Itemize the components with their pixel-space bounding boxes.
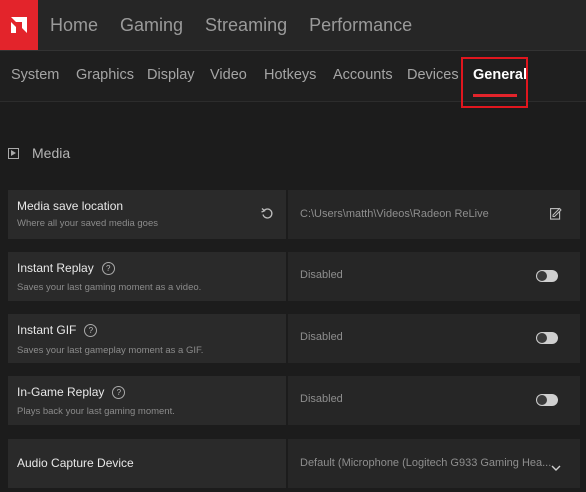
nav-gaming[interactable]: Gaming	[120, 15, 183, 36]
setting-label: Audio Capture Device	[17, 456, 134, 470]
tab-accounts[interactable]: Accounts	[333, 51, 393, 101]
instant-replay-toggle[interactable]	[536, 270, 558, 282]
in-game-replay-control: Disabled	[288, 376, 580, 425]
setting-in-game-replay: In-Game Replay ? Plays back your last ga…	[8, 376, 580, 425]
help-icon[interactable]: ?	[112, 385, 126, 399]
nav-streaming[interactable]: Streaming	[205, 15, 287, 36]
setting-description: Saves your last gameplay moment as a GIF…	[17, 345, 204, 356]
save-location-field[interactable]: C:\Users\matth\Videos\Radeon ReLive	[288, 190, 580, 239]
setting-instant-gif: Instant GIF ? Saves your last gameplay m…	[8, 314, 580, 363]
setting-label-area: Instant Replay ? Saves your last gaming …	[8, 252, 286, 301]
toggle-knob	[537, 333, 547, 343]
play-icon	[8, 147, 19, 159]
edit-icon[interactable]	[550, 207, 562, 225]
setting-label: In-Game Replay	[17, 385, 105, 399]
instant-replay-control: Disabled	[288, 252, 580, 301]
setting-instant-replay: Instant Replay ? Saves your last gaming …	[8, 252, 580, 301]
tab-system[interactable]: System	[11, 51, 59, 101]
tab-video[interactable]: Video	[210, 51, 247, 101]
in-game-replay-toggle[interactable]	[536, 394, 558, 406]
instant-gif-status: Disabled	[300, 331, 343, 343]
section-header: Media	[8, 143, 70, 163]
setting-label: Media save location	[17, 199, 124, 213]
tab-hotkeys[interactable]: Hotkeys	[264, 51, 316, 101]
setting-description: Plays back your last gaming moment.	[17, 406, 175, 417]
reset-icon[interactable]	[261, 207, 274, 225]
nav-performance[interactable]: Performance	[309, 15, 412, 36]
in-game-replay-status: Disabled	[300, 393, 343, 405]
instant-gif-control: Disabled	[288, 314, 580, 363]
highlight-box	[461, 57, 528, 108]
instant-replay-status: Disabled	[300, 269, 343, 281]
setting-description: Where all your saved media goes	[17, 218, 158, 229]
toggle-knob	[537, 271, 547, 281]
tab-graphics[interactable]: Graphics	[76, 51, 134, 101]
setting-label-area: Audio Capture Device	[8, 439, 286, 488]
instant-gif-toggle[interactable]	[536, 332, 558, 344]
audio-capture-selected: Default (Microphone (Logitech G933 Gamin…	[300, 457, 552, 469]
help-icon[interactable]: ?	[84, 323, 98, 337]
toggle-knob	[537, 395, 547, 405]
top-nav: Home Gaming Streaming Performance	[50, 0, 434, 50]
amd-logo[interactable]	[0, 0, 38, 50]
nav-home[interactable]: Home	[50, 15, 98, 36]
chevron-down-icon[interactable]	[551, 459, 561, 477]
tab-display[interactable]: Display	[147, 51, 195, 101]
setting-label-row: In-Game Replay ?	[17, 385, 126, 399]
setting-label: Instant GIF	[17, 323, 77, 337]
audio-capture-dropdown[interactable]: Default (Microphone (Logitech G933 Gamin…	[288, 439, 580, 488]
top-bar: Home Gaming Streaming Performance	[0, 0, 586, 51]
setting-label-area: In-Game Replay ? Plays back your last ga…	[8, 376, 286, 425]
setting-label-row: Instant Replay ?	[17, 261, 115, 275]
setting-description: Saves your last gaming moment as a video…	[17, 282, 202, 293]
save-location-path: C:\Users\matth\Videos\Radeon ReLive	[300, 208, 489, 220]
setting-audio-capture-device: Audio Capture Device Default (Microphone…	[8, 439, 580, 488]
help-icon[interactable]: ?	[101, 261, 115, 275]
setting-label-row: Instant GIF ?	[17, 323, 98, 337]
setting-media-save-location: Media save location Where all your saved…	[8, 190, 580, 239]
setting-label: Instant Replay	[17, 261, 94, 275]
setting-label-area: Instant GIF ? Saves your last gameplay m…	[8, 314, 286, 363]
tab-devices[interactable]: Devices	[407, 51, 459, 101]
section-title: Media	[32, 145, 71, 161]
setting-label-area: Media save location Where all your saved…	[8, 190, 286, 239]
